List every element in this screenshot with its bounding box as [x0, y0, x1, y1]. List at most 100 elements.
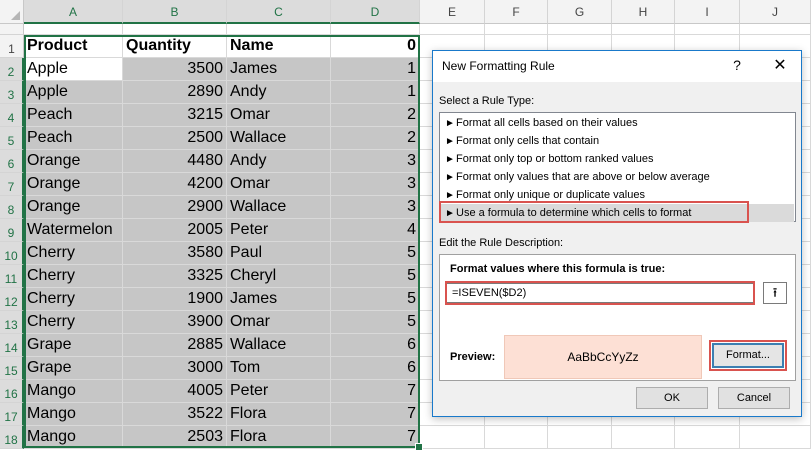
cell-name[interactable]: Omar [227, 104, 331, 127]
row-header-18[interactable]: 18 [0, 426, 24, 449]
cell-name[interactable]: Flora [227, 426, 331, 449]
cell-empty[interactable] [548, 24, 612, 35]
cell-d[interactable]: 7 [331, 403, 420, 426]
column-header-f[interactable]: F [485, 0, 548, 24]
cell-name[interactable]: Andy [227, 81, 331, 104]
cell-quantity[interactable]: 2500 [123, 127, 227, 150]
formula-input[interactable]: =ISEVEN($D2) [446, 283, 754, 303]
cell-name[interactable]: Paul [227, 242, 331, 265]
cell-name[interactable]: Peter [227, 380, 331, 403]
row-header-6[interactable]: 6 [0, 150, 24, 173]
column-header-i[interactable]: I [675, 0, 740, 24]
column-header-c[interactable]: C [227, 0, 331, 24]
cell-empty[interactable] [740, 426, 811, 449]
cell-product[interactable]: Peach [24, 127, 123, 150]
column-header-e[interactable]: E [420, 0, 485, 24]
row-header-7[interactable]: 7 [0, 173, 24, 196]
row-header-2[interactable]: 2 [0, 58, 24, 81]
cell-empty[interactable] [123, 24, 227, 35]
cell-name[interactable]: James [227, 288, 331, 311]
cell-quantity[interactable]: 3580 [123, 242, 227, 265]
cell-quantity[interactable]: 3500 [123, 58, 227, 81]
cell-quantity[interactable]: 4200 [123, 173, 227, 196]
cell-product[interactable]: Cherry [24, 288, 123, 311]
column-header-g[interactable]: G [548, 0, 612, 24]
cell-quantity[interactable]: 3900 [123, 311, 227, 334]
cell-empty[interactable] [420, 426, 485, 449]
cell-empty[interactable] [420, 24, 485, 35]
rule-type-item[interactable]: ►Format only top or bottom ranked values [441, 150, 794, 168]
cell-empty[interactable] [740, 24, 811, 35]
rule-type-listbox[interactable]: ►Format all cells based on their values ►… [439, 112, 796, 222]
select-all-corner[interactable] [0, 0, 24, 24]
header-cell-name[interactable]: Name [227, 35, 331, 58]
cell-name[interactable]: Cheryl [227, 265, 331, 288]
cell-product[interactable]: Mango [24, 426, 123, 449]
cell-product[interactable]: Grape [24, 357, 123, 380]
cell-quantity[interactable]: 2890 [123, 81, 227, 104]
cell-d[interactable]: 6 [331, 357, 420, 380]
cell-name[interactable]: James [227, 58, 331, 81]
cell-d[interactable]: 7 [331, 380, 420, 403]
rule-type-item[interactable]: ►Format only cells that contain [441, 132, 794, 150]
cell-quantity[interactable]: 3522 [123, 403, 227, 426]
ok-button[interactable]: OK [636, 387, 708, 409]
cell-d[interactable]: 1 [331, 58, 420, 81]
header-cell-d[interactable]: 0 [331, 35, 420, 58]
help-icon[interactable]: ? [729, 57, 745, 73]
cell-name[interactable]: Wallace [227, 196, 331, 219]
cell-quantity[interactable]: 2503 [123, 426, 227, 449]
column-header-b[interactable]: B [123, 0, 227, 24]
cell-product[interactable]: Orange [24, 196, 123, 219]
cell-name[interactable]: Wallace [227, 127, 331, 150]
cell-d[interactable]: 2 [331, 104, 420, 127]
row-header-11[interactable]: 11 [0, 265, 24, 288]
column-header-a[interactable]: A [24, 0, 123, 24]
cell-product[interactable]: Orange [24, 150, 123, 173]
column-header-h[interactable]: H [612, 0, 675, 24]
cell-quantity[interactable]: 2005 [123, 219, 227, 242]
cell-d[interactable]: 6 [331, 334, 420, 357]
row-header-17[interactable]: 17 [0, 403, 24, 426]
cell-empty[interactable] [485, 24, 548, 35]
close-icon[interactable]: ✕ [771, 55, 789, 75]
cell-quantity[interactable]: 2885 [123, 334, 227, 357]
cell-quantity[interactable]: 3215 [123, 104, 227, 127]
cell-d[interactable]: 5 [331, 288, 420, 311]
cell-product[interactable]: Cherry [24, 265, 123, 288]
cell-name[interactable]: Omar [227, 311, 331, 334]
cell-name[interactable]: Wallace [227, 334, 331, 357]
cell-product[interactable]: Cherry [24, 242, 123, 265]
cell-d[interactable]: 5 [331, 265, 420, 288]
format-button[interactable]: Format... [712, 343, 784, 368]
cell-product[interactable]: Mango [24, 403, 123, 426]
header-cell-product[interactable]: Product [24, 35, 123, 58]
row-header-16[interactable]: 16 [0, 380, 24, 403]
cell-d[interactable]: 3 [331, 173, 420, 196]
cell-empty[interactable] [548, 426, 612, 449]
cell-empty[interactable] [227, 24, 331, 35]
row-header-4[interactable]: 4 [0, 104, 24, 127]
cell-name[interactable]: Tom [227, 357, 331, 380]
cell-d[interactable]: 5 [331, 311, 420, 334]
row-header-15[interactable]: 15 [0, 357, 24, 380]
cell-product[interactable]: Grape [24, 334, 123, 357]
column-header-j[interactable]: J [740, 0, 811, 24]
cell-product[interactable]: Apple [24, 81, 123, 104]
cell-name[interactable]: Omar [227, 173, 331, 196]
cancel-button[interactable]: Cancel [718, 387, 790, 409]
cell-d[interactable]: 7 [331, 426, 420, 449]
cell-empty[interactable] [331, 24, 420, 35]
cell-empty[interactable] [612, 426, 675, 449]
cell-quantity[interactable]: 2900 [123, 196, 227, 219]
row-header-1[interactable]: 1 [0, 35, 24, 58]
cell-product[interactable]: Apple [24, 58, 123, 81]
rule-type-item[interactable]: ►Format only values that are above or be… [441, 168, 794, 186]
rule-type-item[interactable]: ►Use a formula to determine which cells … [441, 204, 794, 222]
row-header-14[interactable]: 14 [0, 334, 24, 357]
cell-d[interactable]: 3 [331, 196, 420, 219]
row-header-10[interactable]: 10 [0, 242, 24, 265]
cell-quantity[interactable]: 4005 [123, 380, 227, 403]
cell-product[interactable]: Orange [24, 173, 123, 196]
rule-type-item[interactable]: ►Format only unique or duplicate values [441, 186, 794, 204]
